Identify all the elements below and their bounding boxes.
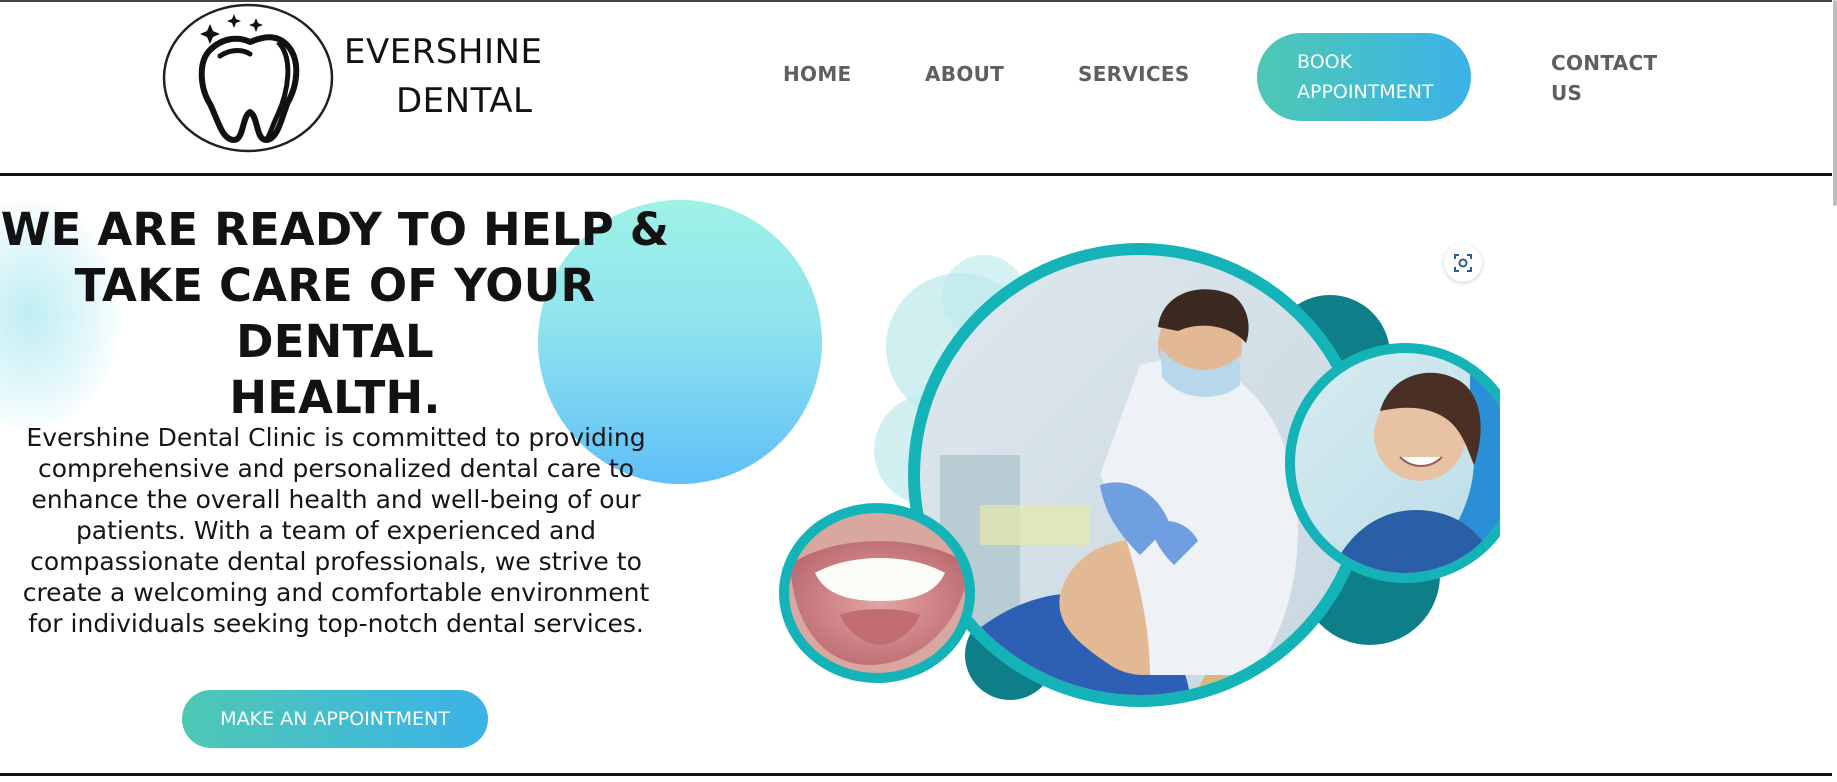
hero-title-line2: TAKE CARE OF YOUR DENTAL — [74, 259, 596, 368]
hero-desc-line: comprehensive and personalized dental ca… — [37, 454, 635, 483]
book-appointment-line2: APPOINTMENT — [1297, 81, 1434, 103]
hero-desc-line: Evershine Dental Clinic is committed to … — [26, 423, 646, 452]
book-appointment-button[interactable]: BOOK APPOINTMENT — [1257, 33, 1471, 121]
book-appointment-line1: BOOK — [1297, 51, 1353, 73]
contact-line2: US — [1551, 81, 1583, 105]
page: EVERSHINE DENTAL HOME ABOUT SERVICES BOO… — [0, 0, 1837, 782]
section-divider — [0, 773, 1832, 776]
contact-line1: CONTACT — [1551, 51, 1658, 75]
hero-description: Evershine Dental Clinic is committed to … — [0, 422, 672, 639]
make-appointment-button[interactable]: MAKE AN APPOINTMENT — [182, 690, 488, 748]
hero-title: WE ARE READY TO HELP & TAKE CARE OF YOUR… — [0, 202, 670, 426]
brand-name-line1: EVERSHINE — [344, 32, 543, 72]
hero-desc-line: enhance the overall health and well-bein… — [31, 485, 641, 514]
brand-name-line2: DENTAL — [396, 81, 533, 121]
hero-desc-line: patients. With a team of experienced and — [75, 516, 597, 545]
nav-services-link[interactable]: SERVICES — [1078, 62, 1190, 86]
tooth-logo-icon[interactable] — [160, 2, 340, 154]
hero-desc-line: compassionate dental professionals, we s… — [30, 547, 642, 576]
scan-lens-icon[interactable] — [1444, 244, 1482, 282]
nav-about-link[interactable]: ABOUT — [925, 62, 1004, 86]
nav-home-link[interactable]: HOME — [783, 62, 852, 86]
hero-image-collage — [779, 243, 1500, 707]
hero-title-line1: WE ARE READY TO HELP & — [0, 203, 670, 256]
hero-desc-line: create a welcoming and comfortable envir… — [22, 578, 650, 607]
hero-desc-line: for individuals seeking top-notch dental… — [28, 609, 644, 638]
hero-title-line3: HEALTH. — [229, 371, 441, 424]
brand-name[interactable]: EVERSHINE DENTAL — [344, 28, 544, 126]
nav-contact-link[interactable]: CONTACT US — [1551, 48, 1691, 108]
scrollbar-thumb[interactable] — [1833, 0, 1837, 206]
site-header: EVERSHINE DENTAL HOME ABOUT SERVICES BOO… — [0, 0, 1832, 176]
